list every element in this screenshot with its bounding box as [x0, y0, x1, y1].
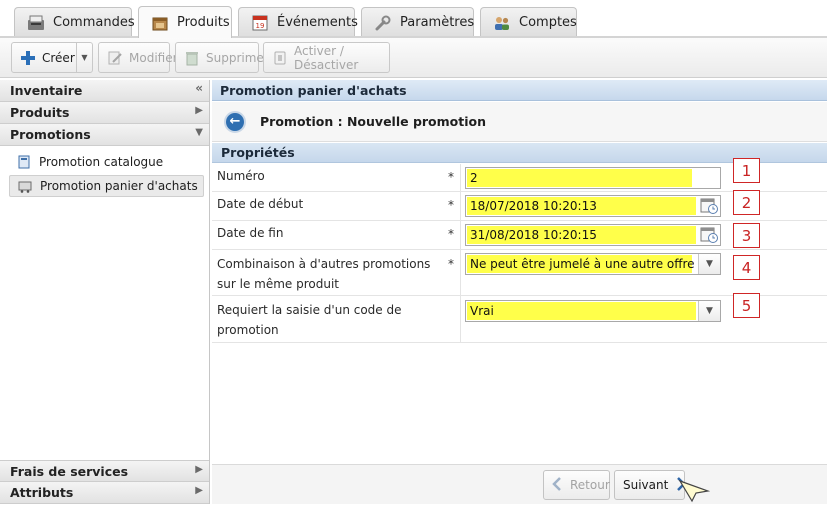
required-marker: *: [448, 198, 454, 212]
code-promotion-select[interactable]: Vrai ▼: [465, 300, 721, 322]
nav-item-label: Promotion catalogue: [39, 155, 164, 169]
chevron-down-icon[interactable]: ▼: [698, 301, 720, 321]
triangle-right-icon: ▶: [195, 464, 203, 475]
nav-section-label: Attributs: [10, 485, 74, 500]
next-label: Suivant: [623, 478, 669, 492]
trash-icon: [184, 50, 200, 66]
triangle-down-icon: ▼: [195, 127, 203, 138]
field-label: Numéro: [217, 169, 265, 183]
double-chevron-left-icon[interactable]: «: [195, 81, 203, 95]
tab-produits[interactable]: Produits: [138, 6, 232, 38]
calendar-picker-icon[interactable]: [699, 226, 719, 244]
combinaison-select[interactable]: Ne peut être jumelé à une autre offre ▼: [465, 253, 721, 275]
mouse-cursor-icon: [678, 479, 711, 506]
main-tab-bar: Commandes Produits 19 Événements Paramèt…: [0, 0, 827, 38]
field-value: 2: [470, 171, 478, 185]
required-marker: *: [448, 170, 454, 184]
form-header: ← Promotion : Nouvelle promotion: [212, 102, 827, 142]
edit-button[interactable]: Modifier: [98, 42, 178, 73]
chevron-down-icon: ▼: [81, 53, 88, 62]
numero-input[interactable]: 2: [465, 167, 721, 189]
chevron-down-icon[interactable]: ▼: [698, 254, 720, 274]
tab-label: Produits: [177, 15, 230, 30]
nav-section-label: Frais de services: [10, 464, 129, 479]
orders-icon: [27, 15, 45, 31]
tab-label: Événements: [277, 15, 358, 30]
field-value: Vrai: [470, 304, 494, 318]
edit-label: Modifier: [129, 50, 178, 65]
wrench-icon: [374, 15, 392, 31]
nav-section-label: Inventaire: [10, 83, 83, 98]
required-marker: *: [448, 257, 454, 271]
date-fin-input[interactable]: 31/08/2018 10:20:15: [465, 224, 721, 246]
create-button[interactable]: Créer: [11, 42, 77, 73]
nav-item-promotion-catalogue[interactable]: Promotion catalogue: [9, 151, 204, 173]
svg-text:19: 19: [256, 22, 265, 30]
field-label: Date de fin: [217, 226, 284, 240]
panel-title: Promotion panier d'achats: [212, 80, 827, 101]
main-panel: Promotion panier d'achats ← Promotion : …: [212, 80, 827, 504]
nav-item-label: Promotion panier d'achats: [40, 179, 198, 193]
cart-promo-icon: [18, 179, 32, 193]
catalogue-icon: [17, 155, 31, 169]
tab-comptes[interactable]: Comptes: [480, 7, 577, 37]
tab-commandes[interactable]: Commandes: [14, 7, 135, 37]
nav-section-label: Promotions: [10, 127, 91, 142]
field-value: 31/08/2018 10:20:15: [470, 228, 597, 242]
calendar-icon: 19: [251, 15, 269, 31]
tab-label: Comptes: [519, 15, 577, 30]
annotation-marker-4: 4: [733, 255, 760, 280]
date-debut-input[interactable]: 18/07/2018 10:20:13: [465, 195, 721, 217]
field-label: Date de début: [217, 197, 304, 211]
annotation-marker-5: 5: [733, 293, 760, 318]
form-footer: Retour Suivant: [212, 464, 827, 504]
create-dropdown-button[interactable]: ▼: [76, 42, 93, 73]
left-navigation: Inventaire « Produits ▶ Promotions ▼ Pro…: [0, 80, 210, 504]
back-button[interactable]: Retour: [543, 470, 610, 500]
calendar-picker-icon[interactable]: [699, 197, 719, 215]
nav-section-attributes[interactable]: Attributs ▶: [0, 482, 209, 504]
annotation-marker-1: 1: [733, 158, 760, 183]
triangle-right-icon: ▶: [195, 485, 203, 496]
field-value: Ne peut être jumelé à une autre offre: [470, 257, 695, 271]
edit-pencil-icon: [107, 50, 123, 66]
triangle-right-icon: ▶: [195, 105, 203, 116]
next-button[interactable]: Suivant: [614, 470, 687, 500]
field-label: Combinaison à d'autres promotions sur le…: [217, 257, 431, 291]
chevron-left-icon: [552, 476, 562, 494]
nav-section-inventory[interactable]: Inventaire «: [0, 80, 209, 102]
tab-evenements[interactable]: 19 Événements: [238, 7, 358, 37]
toolbar: Créer ▼ Modifier Supprimer Activer / Dés…: [0, 38, 827, 78]
field-value: 18/07/2018 10:20:13: [470, 199, 597, 213]
back-label: Retour: [570, 478, 610, 492]
users-icon: [493, 15, 511, 31]
toggle-label: Activer / Désactiver: [294, 43, 359, 72]
nav-section-service-fees[interactable]: Frais de services ▶: [0, 460, 209, 482]
nav-section-label: Produits: [10, 105, 70, 120]
delete-button[interactable]: Supprimer: [175, 42, 269, 73]
nav-section-products[interactable]: Produits ▶: [0, 102, 209, 124]
back-arrow-icon[interactable]: ←: [224, 110, 246, 133]
tab-parametres[interactable]: Paramètres: [361, 7, 474, 37]
annotation-marker-2: 2: [733, 190, 760, 215]
form-subtitle: Promotion : Nouvelle promotion: [260, 114, 487, 129]
annotation-marker-3: 3: [733, 223, 760, 248]
delete-label: Supprimer: [206, 50, 269, 65]
plus-icon: [20, 50, 36, 66]
toggle-active-button[interactable]: Activer / Désactiver: [263, 42, 390, 73]
tab-label: Paramètres: [400, 15, 475, 30]
nav-section-promotions[interactable]: Promotions ▼: [0, 124, 209, 146]
field-label: Requiert la saisie d'un code de promotio…: [217, 303, 402, 337]
tab-label: Commandes: [53, 15, 135, 30]
toggle-icon: [272, 50, 288, 66]
required-marker: *: [448, 227, 454, 241]
products-box-icon: [151, 15, 169, 31]
create-label: Créer: [42, 50, 75, 65]
nav-item-promotion-panier[interactable]: Promotion panier d'achats: [9, 175, 204, 197]
